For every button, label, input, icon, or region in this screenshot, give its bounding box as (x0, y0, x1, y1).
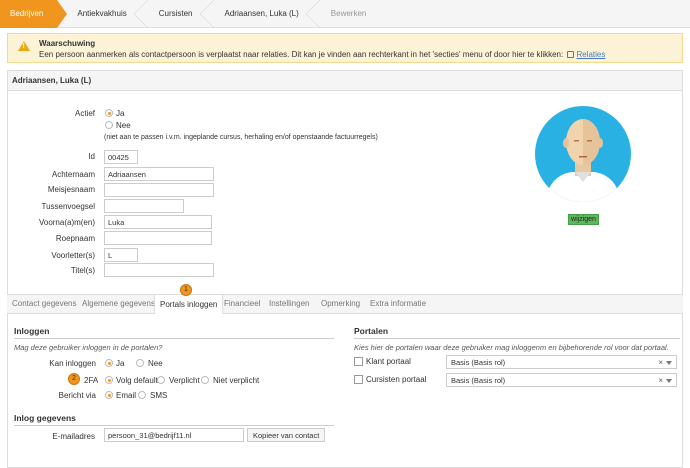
panel-header: Adriaansen, Luka (L) (8, 71, 682, 91)
actief-note: (niet aan te passen i.v.m. ingeplande cu… (104, 134, 378, 141)
inloggen-hint: Mag deze gebruiker inloggen in de portal… (14, 343, 163, 352)
clear-icon[interactable]: × (658, 358, 663, 367)
klant-portaal-role-select[interactable]: Basis (Basis rol) × (446, 355, 677, 369)
breadcrumb-item-antiekvakhuis[interactable]: Antiekvakhuis (57, 0, 149, 28)
kan-inloggen-nee-label: Nee (148, 359, 163, 368)
fa-verplicht-label: Verplicht (169, 376, 200, 385)
tab-bar: Contact gegevens Algemene gegevens Porta… (7, 294, 683, 314)
kopieer-van-contact-button[interactable]: Kopieer van contact (247, 428, 326, 442)
portalen-title: Portalen (354, 326, 389, 336)
cursisten-portaal-role-value: Basis (Basis rol) (451, 376, 506, 385)
fa-step-badge: 2 (68, 373, 80, 385)
achternaam-label: Achternaam (51, 170, 95, 179)
relaties-link[interactable]: Relaties (576, 50, 605, 59)
voornaam-label: Voorna(a)m(en) (38, 218, 95, 227)
fa-niet-verplicht-label: Niet verplicht (213, 376, 260, 385)
roepnaam-field[interactable] (104, 231, 212, 245)
warning-message: Een persoon aanmerken als contactpersoon… (39, 50, 606, 59)
actief-ja-radio[interactable] (105, 109, 113, 117)
inloggen-divider (14, 338, 334, 339)
cursisten-portaal-label: Cursisten portaal (366, 375, 427, 384)
bericht-email-radio[interactable] (105, 391, 113, 399)
inloggen-title: Inloggen (14, 326, 50, 336)
warning-alert: ! Waarschuwing Een persoon aanmerken als… (7, 33, 683, 63)
breadcrumb-item-bewerken: Bewerken (330, 9, 367, 18)
chevron-down-icon (666, 361, 672, 365)
email-label: E-mailadres (52, 432, 95, 441)
id-label: Id (88, 152, 95, 161)
tab-step-badge: 1 (180, 284, 192, 296)
fa-label: 2FA (84, 376, 99, 385)
actief-nee-label: Nee (116, 121, 131, 130)
bericht-sms-radio[interactable] (138, 391, 146, 399)
external-link-icon (567, 51, 575, 58)
id-field[interactable]: 00425 (104, 150, 138, 164)
tussenvoegsel-field[interactable] (104, 199, 184, 213)
panel-title: Adriaansen, Luka (L) (12, 76, 92, 85)
warning-icon: ! (18, 41, 30, 51)
roepnaam-label: Roepnaam (55, 234, 95, 243)
tab-opmerking[interactable]: Opmerking (321, 299, 360, 308)
inlog-gegevens-divider (14, 425, 334, 426)
tab-contact-gegevens[interactable]: Contact gegevens (12, 299, 77, 308)
breadcrumb-item-bedrijven[interactable]: Bedrijven (0, 0, 68, 28)
wijzigen-button[interactable]: wijzigen (568, 214, 599, 225)
cursisten-portaal-checkbox[interactable] (354, 375, 363, 384)
fa-verplicht-radio[interactable] (157, 376, 165, 384)
kan-inloggen-ja-label: Ja (116, 359, 125, 368)
meisjesnaam-field[interactable] (104, 183, 214, 197)
voornaam-field[interactable]: Luka (104, 215, 212, 229)
clear-icon[interactable]: × (658, 376, 663, 385)
tab-instellingen[interactable]: Instellingen (269, 299, 309, 308)
achternaam-field[interactable]: Adriaansen (104, 167, 214, 181)
tab-portals-inloggen[interactable]: Portals inloggen (154, 294, 224, 314)
breadcrumb-item-cursisten[interactable]: Cursisten (141, 0, 214, 28)
fa-volg-default-radio[interactable] (105, 376, 113, 384)
breadcrumb-item-person[interactable]: Adriaansen, Luka (L) (207, 0, 321, 28)
portalen-hint: Kies hier de portalen waar deze gebruike… (354, 343, 669, 352)
meisjesnaam-label: Meisjesnaam (47, 185, 95, 194)
chevron-down-icon (666, 379, 672, 383)
warning-title: Waarschuwing (39, 39, 96, 48)
titel-label: Titel(s) (70, 266, 95, 275)
avatar (535, 106, 631, 202)
kan-inloggen-nee-radio[interactable] (136, 359, 144, 367)
actief-nee-radio[interactable] (105, 121, 113, 129)
titel-field[interactable] (104, 263, 214, 277)
bericht-via-label: Bericht via (58, 391, 96, 400)
tab-financieel[interactable]: Financieel (224, 299, 260, 308)
kan-inloggen-label: Kan inloggen (49, 359, 96, 368)
voorletters-label: Voorletter(s) (51, 251, 95, 260)
portalen-divider (354, 338, 680, 339)
actief-ja-label: Ja (116, 109, 125, 118)
klant-portaal-label: Klant portaal (366, 357, 411, 366)
email-field[interactable]: persoon_31@bedrijf11.nl (104, 428, 244, 442)
person-avatar-icon (545, 119, 621, 202)
bericht-email-label: Email (116, 391, 137, 400)
tab-algemene-gegevens[interactable]: Algemene gegevens (82, 299, 155, 308)
fa-volg-default-label: Volg default (116, 376, 158, 385)
fa-niet-verplicht-radio[interactable] (201, 376, 209, 384)
voorletters-field[interactable]: L (104, 248, 138, 262)
kan-inloggen-ja-radio[interactable] (105, 359, 113, 367)
klant-portaal-checkbox[interactable] (354, 357, 363, 366)
cursisten-portaal-role-select[interactable]: Basis (Basis rol) × (446, 373, 677, 387)
actief-label: Actief (74, 109, 95, 118)
bericht-sms-label: SMS (150, 391, 168, 400)
inlog-gegevens-title: Inlog gegevens (14, 413, 76, 423)
breadcrumb: Bedrijven Antiekvakhuis Cursisten Adriaa… (0, 0, 690, 28)
tussenvoegsel-label: Tussenvoegsel (41, 202, 95, 211)
klant-portaal-role-value: Basis (Basis rol) (451, 358, 506, 367)
tab-extra-informatie[interactable]: Extra informatie (370, 299, 426, 308)
